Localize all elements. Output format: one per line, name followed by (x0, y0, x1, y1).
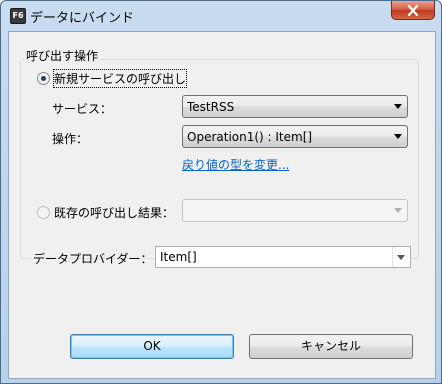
existing-call-result-label[interactable]: 既存の呼び出し結果： (54, 204, 174, 221)
close-icon (407, 5, 419, 16)
change-return-type-link[interactable]: 戻り値の型を変更... (182, 156, 289, 173)
bind-to-data-dialog: F6 データにバインド 呼び出す操作 新規サービスの呼び出し サービス： Tes… (0, 0, 442, 384)
data-provider-value[interactable]: Item[] (160, 250, 197, 264)
chevron-down-icon (397, 255, 405, 260)
chevron-down-icon (394, 104, 402, 109)
chevron-down-icon (394, 208, 402, 213)
app-icon: F6 (10, 8, 26, 24)
service-dropdown[interactable]: TestRSS (182, 95, 408, 118)
ok-button[interactable]: OK (70, 334, 234, 359)
title-bar[interactable]: F6 データにバインド (1, 1, 441, 31)
dialog-content: 呼び出す操作 新規サービスの呼び出し サービス： TestRSS 操作： Ope… (8, 31, 436, 379)
data-provider-label: データプロバイダー： (33, 252, 153, 266)
window-title: データにバインド (30, 11, 135, 26)
chevron-down-icon (394, 134, 402, 139)
operation-dropdown-value: Operation1() : Item[] (187, 130, 313, 144)
existing-call-result-radio[interactable] (37, 206, 50, 219)
service-dropdown-value: TestRSS (187, 100, 235, 114)
cancel-button[interactable]: キャンセル (249, 334, 413, 359)
operation-dropdown[interactable]: Operation1() : Item[] (182, 125, 408, 148)
service-label: サービス： (52, 102, 113, 116)
data-provider-combobox[interactable]: Item[] (155, 246, 411, 268)
close-button[interactable] (391, 1, 435, 20)
operation-group-legend: 呼び出す操作 (24, 47, 101, 64)
new-service-call-label[interactable]: 新規サービスの呼び出し (52, 69, 188, 88)
operation-label: 操作： (52, 132, 89, 146)
existing-call-result-dropdown[interactable] (182, 199, 408, 222)
new-service-call-radio[interactable] (37, 72, 50, 85)
